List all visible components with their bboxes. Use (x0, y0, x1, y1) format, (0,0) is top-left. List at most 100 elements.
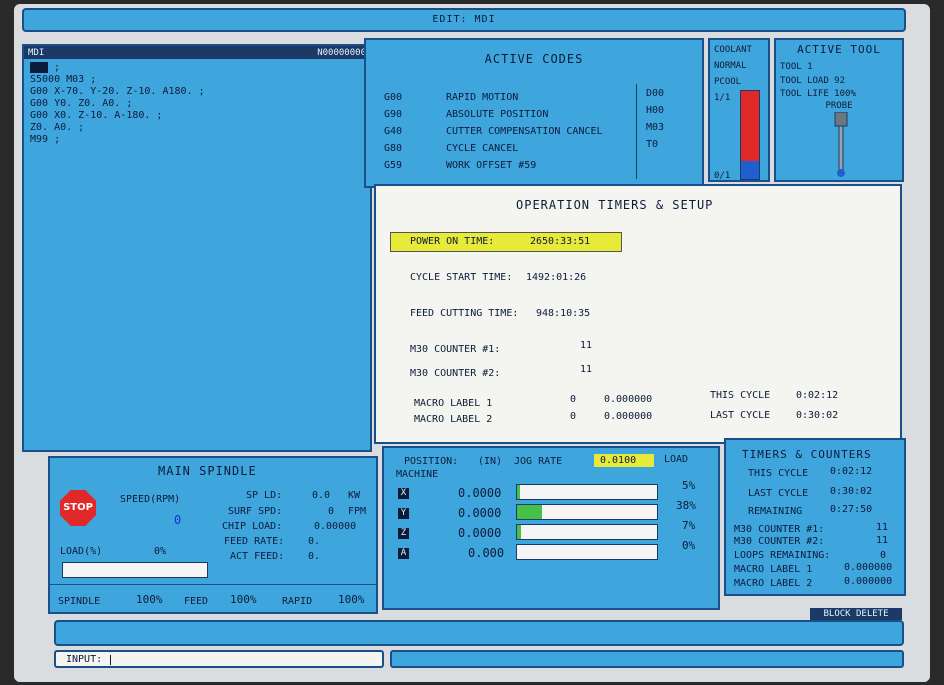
tc-m30-2-label: M30 COUNTER #2: (734, 536, 825, 547)
coolant-level (741, 161, 759, 179)
macro-1-value: 0.000000 (604, 394, 653, 405)
stop-icon[interactable]: STOP (60, 490, 96, 526)
coolant-panel: COOLANT NORMAL PCOOL 1/1 0/1 (708, 38, 770, 182)
macro-2-index: 0 (570, 411, 577, 422)
load-header: LOAD (664, 454, 689, 465)
last-cycle-label: LAST CYCLE (710, 410, 771, 421)
coolant-title: COOLANT (714, 45, 752, 55)
input-caret (110, 655, 111, 665)
cursor-block (30, 62, 48, 73)
spindle-load-bar (62, 562, 208, 578)
tc-m30-2-value: 11 (876, 535, 889, 546)
spindle-override-label: SPINDLE (58, 596, 101, 607)
active-code: H00 (646, 105, 665, 116)
program-line: G00 X0. Z-10. A-180. ; (30, 110, 163, 121)
active-tool-title: ACTIVE TOOL (797, 43, 881, 56)
sp-ld-label: SP LD: (246, 490, 283, 501)
block-delete-label: BLOCK DELETE (823, 609, 889, 619)
tc-m30-1-label: M30 COUNTER #1: (734, 524, 825, 535)
program-panel[interactable]: MDI N00000000 ; S5000 M03 ; G00 X-70. Y-… (22, 44, 372, 452)
axis-z-load-bar (516, 524, 658, 540)
tool-number: TOOL 1 (780, 62, 813, 72)
chip-load-label: CHIP LOAD: (222, 521, 283, 532)
operation-timers-panel: OPERATION TIMERS & SETUP POWER ON TIME: … (374, 184, 902, 444)
act-feed-label: ACT FEED: (230, 551, 285, 562)
macro-label-1: MACRO LABEL 1 (414, 398, 493, 409)
program-line: M99 ; (30, 134, 61, 145)
feed-rate-label: FEED RATE: (224, 536, 285, 547)
load-label: LOAD(%) (60, 546, 103, 557)
main-spindle-title: MAIN SPINDLE (158, 464, 257, 478)
mode-title: EDIT: MDI (432, 14, 496, 25)
cycle-start-label: CYCLE START TIME: (410, 272, 513, 283)
axis-y-load-bar (516, 504, 658, 520)
sp-ld-value: 0.0 (312, 490, 331, 501)
program-line: Z0. A0. ; (30, 122, 85, 133)
program-lines: ; S5000 M03 ; G00 X-70. Y-20. Z-10. A180… (30, 62, 205, 146)
axis-x-load-bar (516, 484, 658, 500)
last-cycle-value: 0:30:02 (796, 410, 839, 421)
g-code-desc: RAPID MOTION (446, 92, 519, 103)
program-line: G00 Y0. Z0. A0. ; (30, 98, 133, 109)
chip-load-value: 0.00000 (314, 521, 357, 532)
timers-counters-title: TIMERS & COUNTERS (742, 448, 872, 461)
tc-m30-1-value: 11 (876, 522, 889, 533)
tc-macro-1-value: 0.000000 (844, 562, 893, 573)
m30-counter-1-value: 11 (580, 340, 593, 351)
tc-remaining-value: 0:27:50 (830, 504, 873, 515)
tc-last-cycle-label: LAST CYCLE (748, 488, 809, 499)
axis-y-value: 0.0000 (458, 506, 502, 520)
macro-2-value: 0.000000 (604, 411, 653, 422)
cycle-start-value: 1492:01:26 (526, 272, 587, 283)
tc-macro-1-label: MACRO LABEL 1 (734, 564, 813, 575)
speed-label: SPEED(RPM) (120, 494, 181, 505)
position-panel: POSITION: (IN) JOG RATE 0.0100 LOAD MACH… (382, 446, 720, 610)
program-line: S5000 M03 ; (30, 74, 97, 85)
spindle-override-value: 100% (136, 593, 163, 606)
codes-divider (636, 84, 637, 179)
act-feed-value: 0. (308, 551, 321, 562)
load-value: 0% (154, 546, 167, 557)
axis-a-load-bar (516, 544, 658, 560)
g-code-desc: CUTTER COMPENSATION CANCEL (446, 126, 603, 137)
m30-counter-2-label: M30 COUNTER #2: (410, 368, 501, 379)
axis-a-load: 0% (682, 539, 696, 552)
coolant-mode: NORMAL (714, 61, 747, 71)
jog-rate-box[interactable]: 0.0100 (594, 454, 654, 467)
program-line: ; (54, 62, 61, 73)
input-bar[interactable]: INPUT: (54, 650, 384, 668)
this-cycle-label: THIS CYCLE (710, 390, 771, 401)
tc-macro-2-value: 0.000000 (844, 576, 893, 587)
active-code: T0 (646, 139, 659, 150)
surf-speed-unit: FPM (348, 506, 367, 517)
g-code-desc: CYCLE CANCEL (446, 143, 519, 154)
coolant-top-label: 1/1 (714, 93, 731, 103)
axis-z-load: 7% (682, 519, 696, 532)
active-codes-panel: ACTIVE CODES G00 RAPID MOTION D00 G90 AB… (364, 38, 704, 188)
power-on-value: 2650:33:51 (530, 236, 591, 247)
stop-label: STOP (63, 502, 93, 513)
rapid-override-value: 100% (338, 593, 365, 606)
m30-counter-2-value: 11 (580, 364, 593, 375)
sp-ld-unit: KW (348, 490, 361, 501)
axis-a-label: A (398, 548, 409, 559)
surf-speed-value: 0 (328, 506, 335, 517)
g-code: G90 (384, 109, 403, 120)
main-spindle-panel: MAIN SPINDLE STOP SPEED(RPM) 0 SP LD: 0.… (48, 456, 378, 614)
cursor-line[interactable]: ; (30, 62, 205, 74)
g-code: G59 (384, 160, 403, 171)
axis-y-load: 38% (676, 499, 696, 512)
g-code: G40 (384, 126, 403, 137)
coolant-pcool: PCOOL (714, 77, 742, 87)
surf-speed-label: SURF SPD: (228, 506, 283, 517)
macro-label-2: MACRO LABEL 2 (414, 414, 493, 425)
tc-remaining-label: REMAINING (748, 506, 803, 517)
coolant-bottom-label: 0/1 (714, 171, 731, 181)
feed-override-label: FEED (184, 596, 209, 607)
cnc-screen: EDIT: MDI MDI N00000000 ; S5000 M03 ; G0… (14, 4, 930, 682)
position-units: (IN) (478, 456, 503, 467)
axis-x-label: X (398, 488, 409, 499)
m30-counter-1-label: M30 COUNTER #1: (410, 344, 501, 355)
jog-rate-value: 0.0100 (600, 455, 637, 466)
axis-z-label: Z (398, 528, 409, 539)
